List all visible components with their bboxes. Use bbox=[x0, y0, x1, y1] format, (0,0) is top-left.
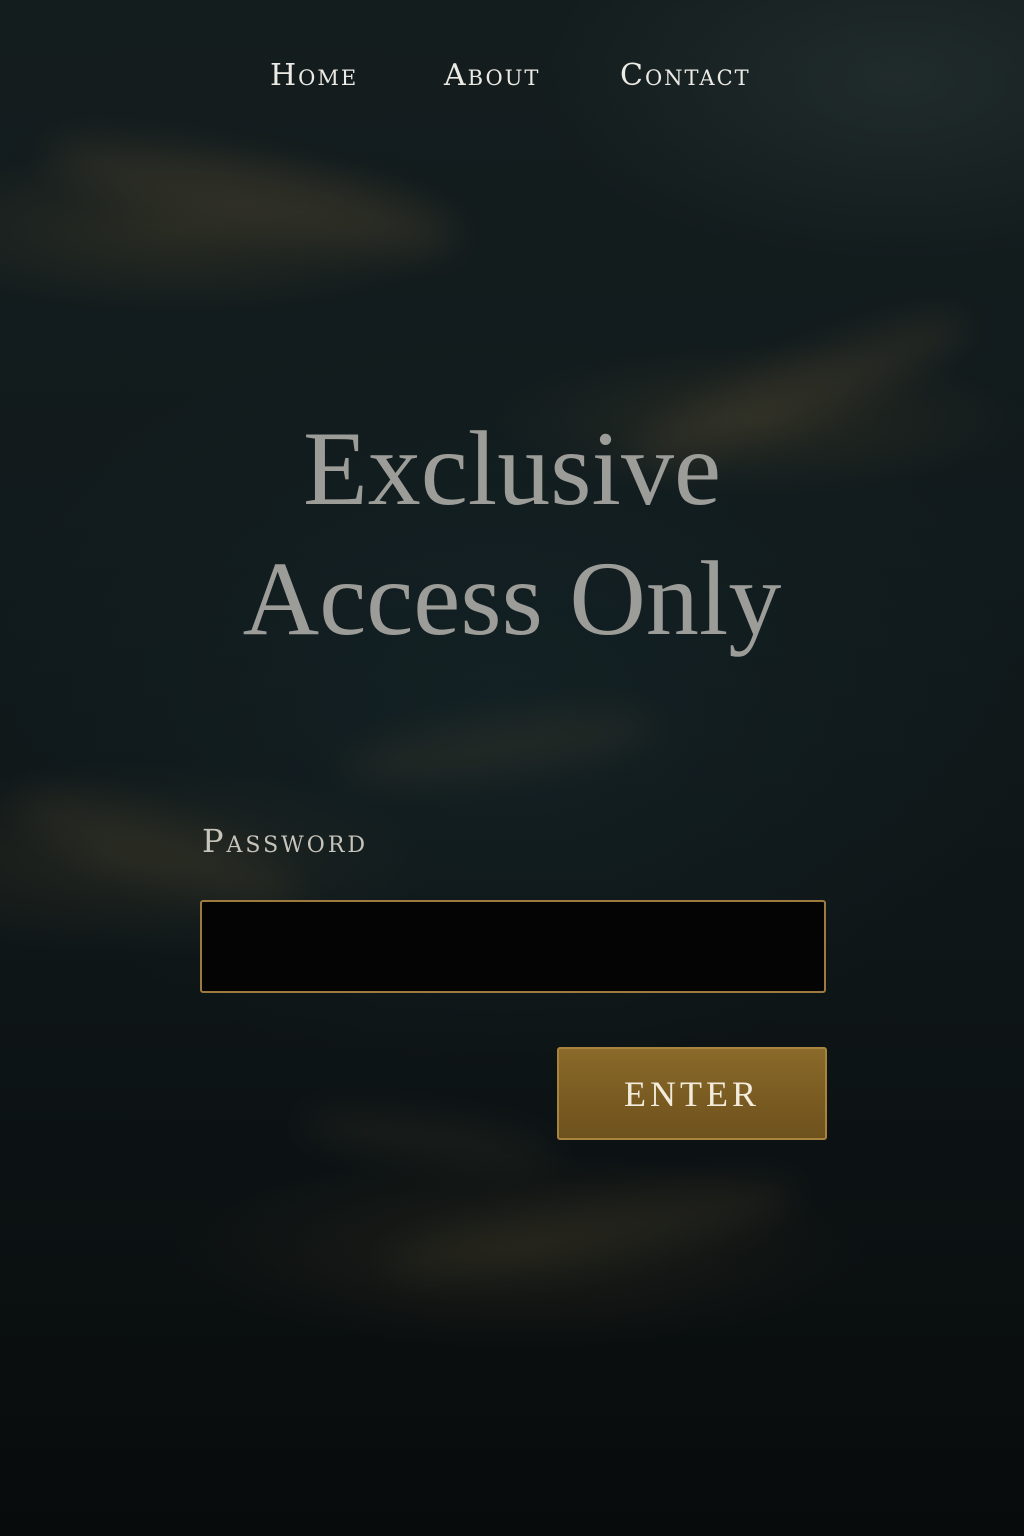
nav-link-about[interactable]: About bbox=[444, 58, 540, 93]
page-title: Exclusive Access Only bbox=[112, 404, 912, 664]
top-nav: Home About Contact bbox=[0, 58, 1024, 102]
background-image bbox=[0, 0, 1024, 1536]
nav-link-contact[interactable]: Contact bbox=[620, 58, 751, 93]
title-line-2: Access Only bbox=[242, 540, 782, 657]
password-input[interactable] bbox=[200, 900, 826, 993]
enter-button[interactable]: ENTER bbox=[557, 1047, 827, 1140]
title-line-1: Exclusive bbox=[303, 410, 721, 527]
password-label: Password bbox=[202, 822, 369, 860]
nav-link-home[interactable]: Home bbox=[270, 58, 358, 93]
